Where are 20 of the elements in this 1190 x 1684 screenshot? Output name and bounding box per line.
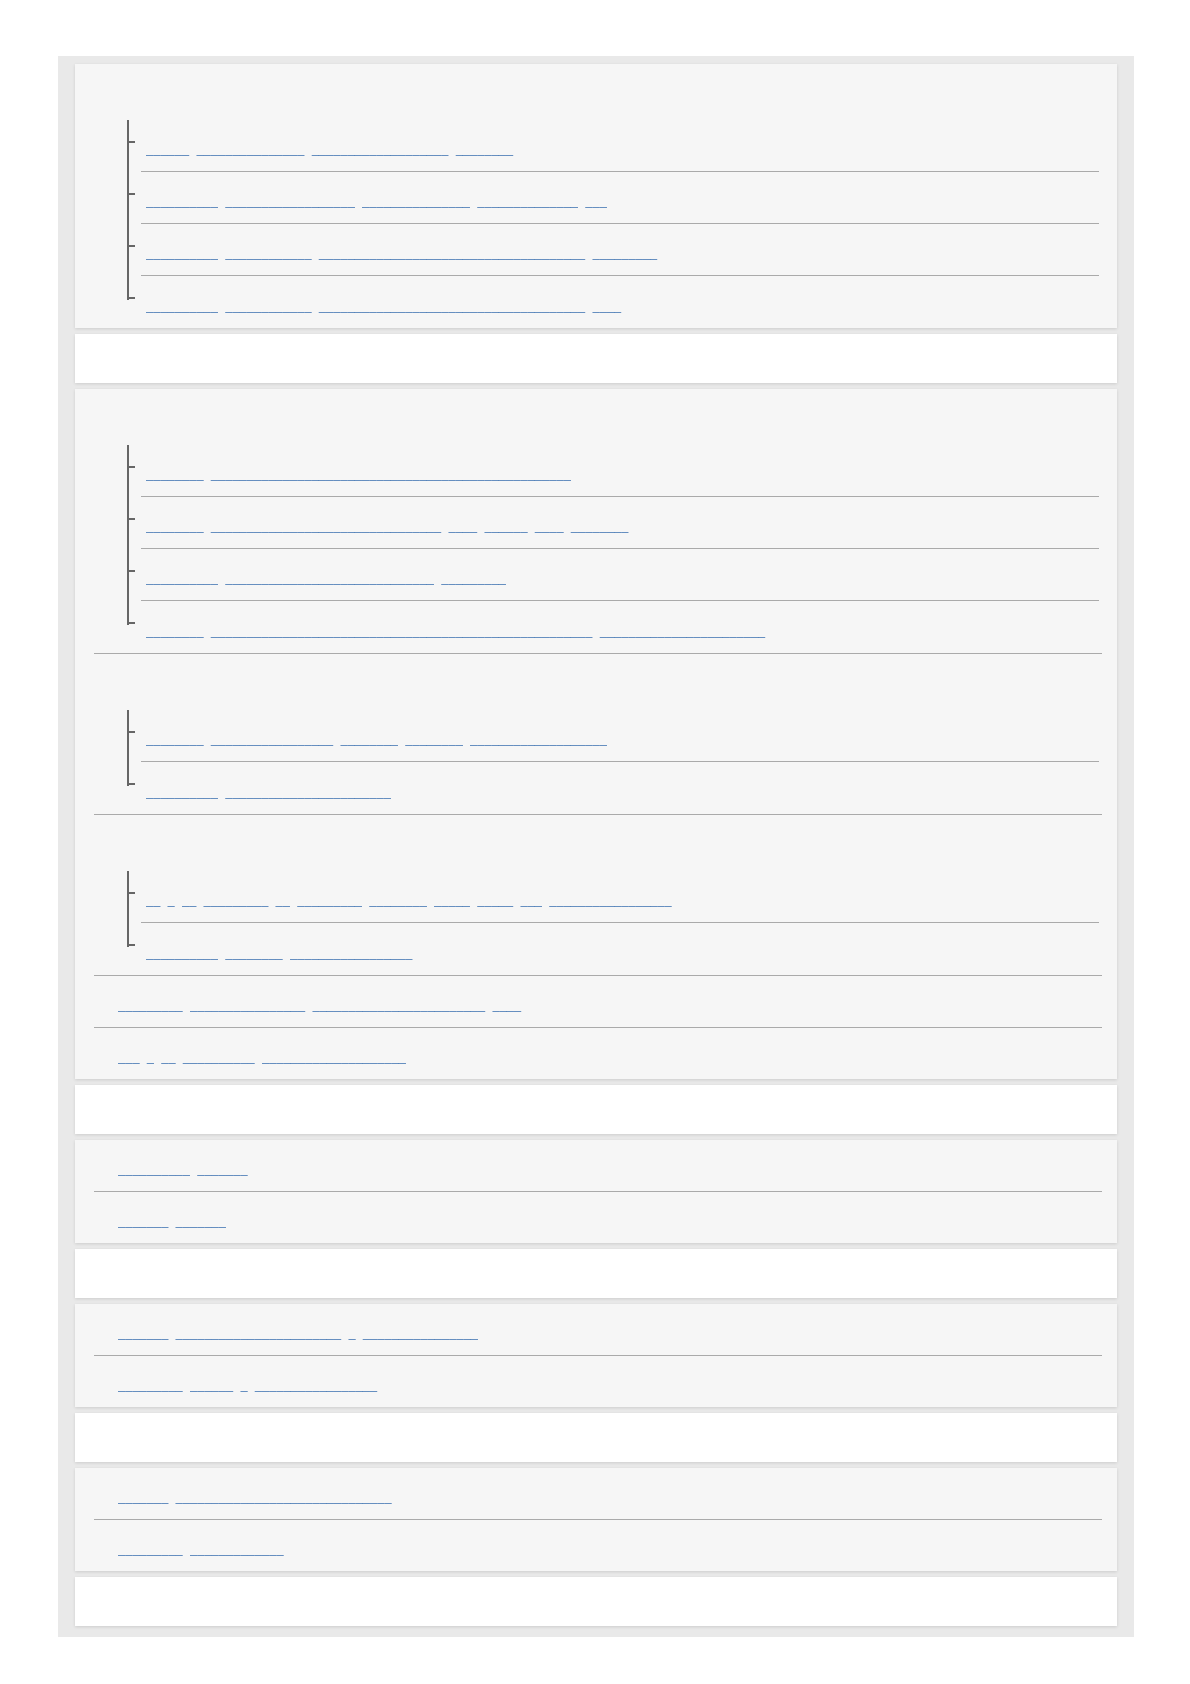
- link[interactable]: _______ ______________________________: [118, 1491, 392, 1507]
- link[interactable]: ________ ________________________________ ____ ______ ____ ________: [146, 520, 629, 536]
- link[interactable]: ________ _____________________________________________________ _______________________: [146, 624, 766, 641]
- link[interactable]: ________ _________________ ________ ________ ___________________: [146, 733, 607, 749]
- link[interactable]: _______ _______: [118, 1215, 227, 1231]
- link[interactable]: __________ _______: [118, 1163, 248, 1179]
- link[interactable]: __________ _____________________________ _________: [146, 572, 507, 588]
- link[interactable]: ______ _______________ ___________________ ________: [146, 143, 514, 159]
- link[interactable]: ________ __________________________________________________: [146, 468, 571, 484]
- link[interactable]: __________ ____________ _____________________________________ _________: [146, 247, 658, 263]
- link[interactable]: __________ ____________ _____________________________________ ____: [146, 299, 622, 316]
- link[interactable]: _________ ______ _ _________________: [118, 1379, 378, 1395]
- link[interactable]: __________ _______________________: [146, 785, 391, 802]
- link[interactable]: __ _ __ _________ __ _________ ________ _____ _____ ___ _________________: [146, 894, 672, 910]
- link[interactable]: _________ _____________: [118, 1543, 284, 1559]
- link[interactable]: ___ _ __ __________ ____________________: [118, 1051, 407, 1067]
- link[interactable]: __________ __________________ _______________ ______________ ___: [146, 195, 607, 211]
- link[interactable]: _________ ________________ ________________________ ____: [118, 999, 522, 1015]
- link[interactable]: __________ ________ _________________: [146, 946, 413, 963]
- link[interactable]: _______ _______________________ _ ________________: [118, 1327, 479, 1343]
